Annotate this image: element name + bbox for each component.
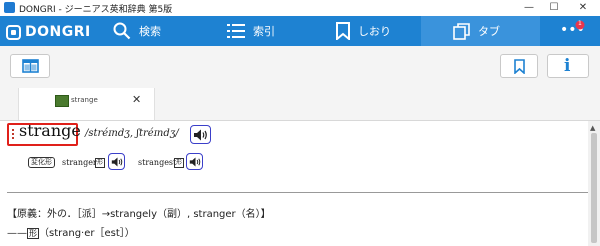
- add-bookmark-button[interactable]: [500, 54, 538, 78]
- dongri-logo[interactable]: DONGRI: [6, 22, 91, 42]
- vertical-scrollbar[interactable]: ▲: [588, 121, 600, 246]
- maximize-button[interactable]: ☐: [546, 1, 562, 15]
- play-comparative-button[interactable]: [108, 153, 125, 170]
- minimize-button[interactable]: —: [521, 1, 537, 15]
- window-title-bar: DONGRI - ジーニアス英和辞典 第5版 — ☐ ✕: [0, 0, 600, 16]
- scroll-up-arrow-icon[interactable]: ▲: [590, 124, 595, 132]
- window-title: DONGRI - ジーニアス英和辞典 第5版: [19, 5, 173, 15]
- info-button[interactable]: i: [547, 54, 589, 78]
- nav-index[interactable]: 索引: [227, 16, 327, 46]
- layout-toggle-button[interactable]: [10, 54, 50, 78]
- nav-bookmarks-label: しおり: [358, 25, 391, 38]
- notification-badge-count: 1: [578, 20, 582, 27]
- more-menu-button[interactable]: •••: [540, 16, 600, 46]
- sense-dash: ——: [7, 228, 27, 239]
- pronunciation: /stréɪndʒ, ʃtréɪndʒ/: [85, 128, 179, 139]
- tab-thumbnail-icon: [55, 95, 69, 107]
- info-icon: i: [564, 56, 571, 76]
- bookmark-icon: [514, 59, 525, 74]
- layout-panel-icon: [22, 59, 39, 73]
- speaker-icon: [111, 157, 123, 167]
- search-icon: [113, 22, 131, 40]
- section-divider: [7, 192, 594, 193]
- headword: strange: [19, 121, 81, 140]
- document-tab-bar: strange ✕: [0, 88, 600, 121]
- superlative-form: strangest: [138, 158, 177, 167]
- nav-tabs[interactable]: タブ: [421, 16, 540, 46]
- tab-label: strange: [71, 96, 98, 104]
- tabs-icon: [453, 22, 470, 40]
- speaker-icon: [194, 129, 207, 141]
- bookmark-icon: [336, 22, 350, 40]
- main-nav-bar: DONGRI 検索 索引 しおり タブ ••• 1: [0, 16, 600, 46]
- toolbar: i: [0, 46, 600, 88]
- close-window-button[interactable]: ✕: [575, 1, 591, 15]
- dictionary-entry: strange /stréɪndʒ, ʃtréɪndʒ/ 変化形 strange…: [0, 121, 600, 246]
- headword-marker-icon: [12, 129, 14, 140]
- nav-index-label: 索引: [253, 25, 275, 38]
- nav-tabs-label: タブ: [478, 25, 500, 38]
- tab-close-button[interactable]: ✕: [132, 93, 141, 106]
- scrollbar-thumb[interactable]: [591, 133, 597, 243]
- list-icon: [227, 24, 245, 38]
- inflection-tag: 変化形: [28, 157, 55, 168]
- sense-pos-tag: 形: [27, 228, 39, 239]
- play-superlative-button[interactable]: [186, 153, 203, 170]
- sense-inflection: （strang·er［est］）: [39, 228, 135, 239]
- nav-search-label: 検索: [139, 25, 161, 38]
- logo-icon: [6, 24, 21, 40]
- comparative-form: stranger: [62, 158, 97, 167]
- nav-search[interactable]: 検索: [113, 16, 213, 46]
- tab-strange[interactable]: strange ✕: [18, 88, 155, 120]
- app-icon: [4, 2, 15, 13]
- logo-text: DONGRI: [25, 24, 91, 40]
- speaker-icon: [189, 157, 201, 167]
- play-pronunciation-button[interactable]: [190, 125, 211, 144]
- comparative-pos: 形: [95, 158, 106, 168]
- superlative-pos: 形: [174, 158, 185, 168]
- etymology: 【原義：外の．［派］→strangely（副）, stranger（名）】: [7, 209, 271, 220]
- sense-header: —— 形（strang·er［est］）: [7, 224, 135, 239]
